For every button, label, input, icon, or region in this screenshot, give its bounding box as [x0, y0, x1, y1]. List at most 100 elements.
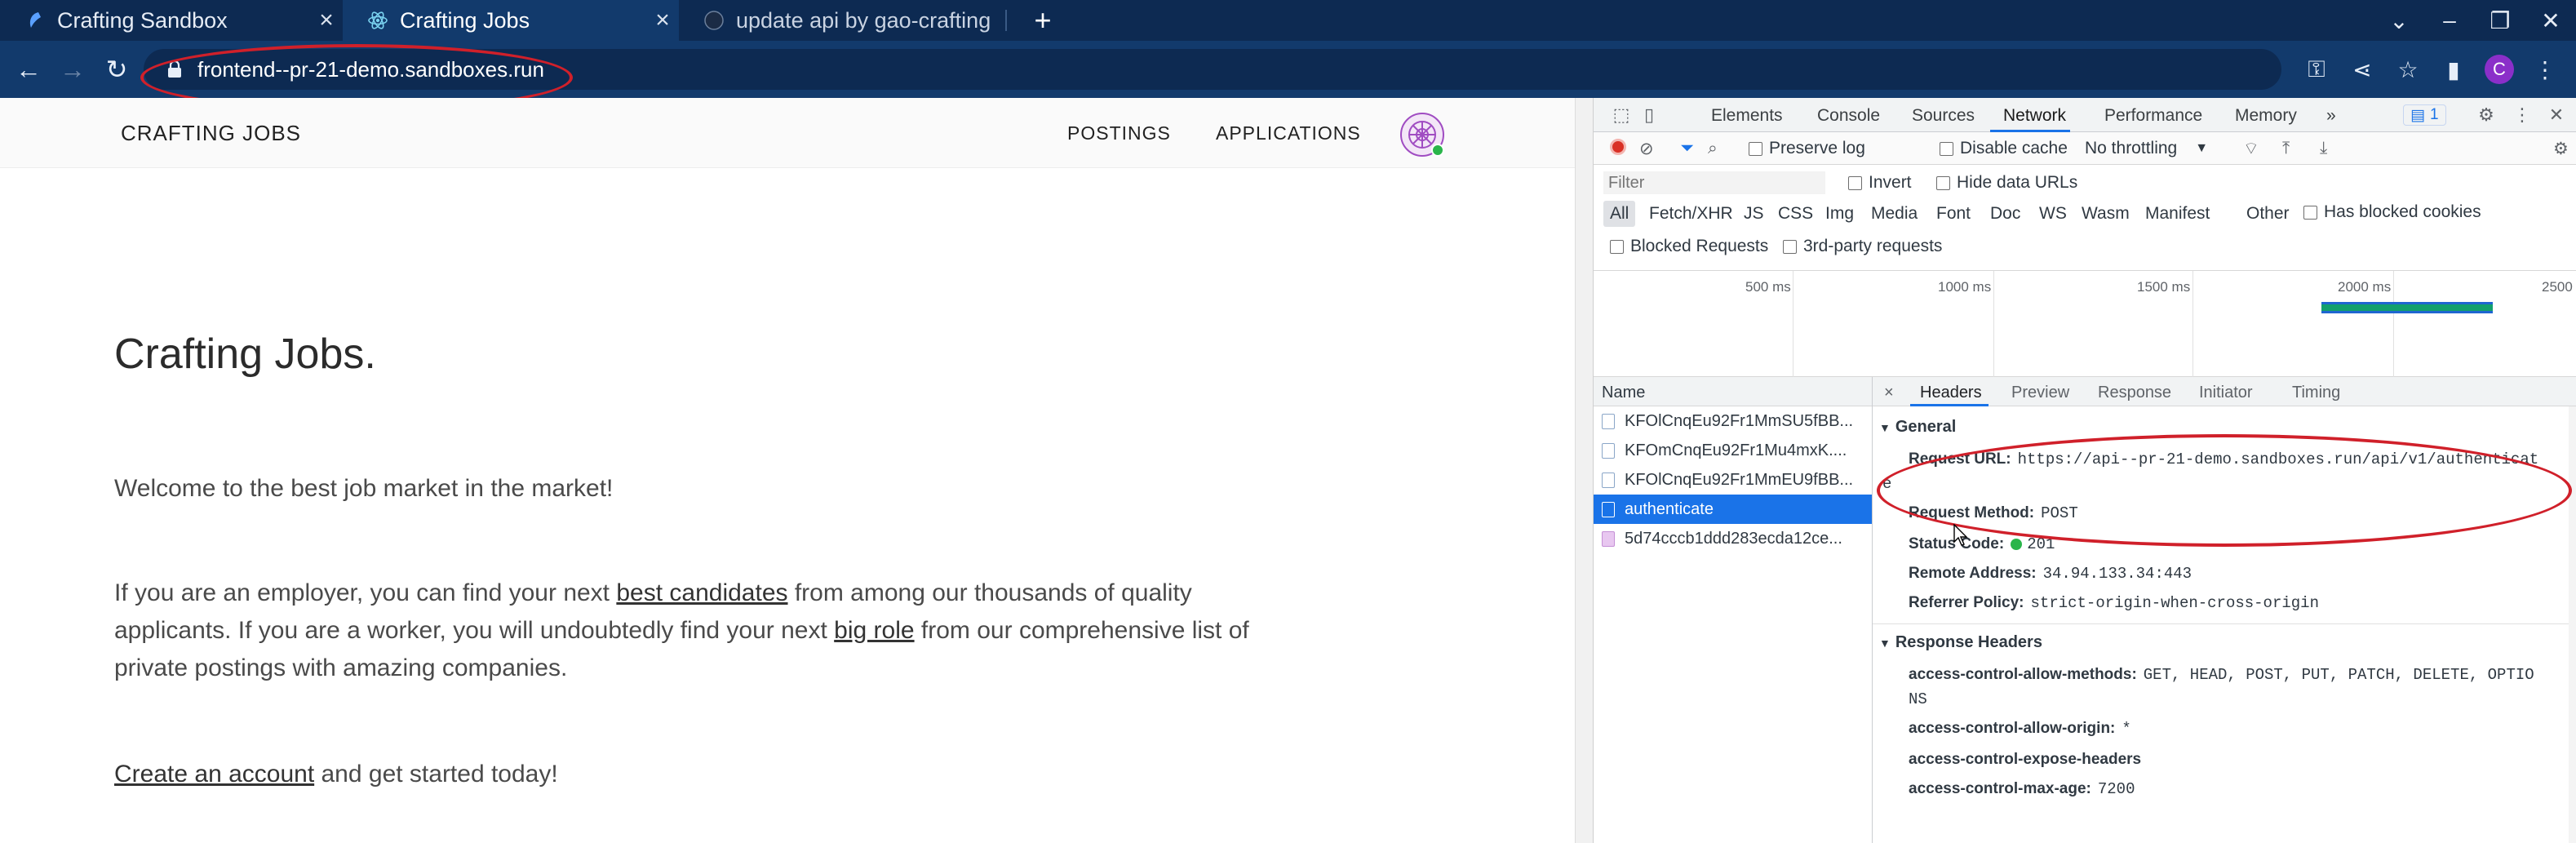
network-overview-timeline[interactable]: 500 ms 1000 ms 1500 ms 2000 ms 2500: [1594, 271, 2576, 377]
tab-update-api[interactable]: update api by gao-crafting: [679, 0, 1005, 41]
type-filter-all[interactable]: All: [1603, 201, 1636, 227]
details-tab-headers[interactable]: Headers: [1920, 384, 1982, 402]
details-tab-preview[interactable]: Preview: [2011, 384, 2069, 402]
header-value: GET, HEAD, POST, PUT, PATCH, DELETE, OPT…: [2143, 666, 2534, 684]
search-icon[interactable]: ⌕: [1708, 139, 1718, 158]
details-scrollbar[interactable]: [2569, 406, 2576, 843]
type-filter-doc[interactable]: Doc: [1990, 204, 2020, 224]
request-row[interactable]: KFOlCnqEu92Fr1MmSU5fBB...: [1594, 406, 1872, 436]
request-row[interactable]: KFOmCnqEu92Fr1Mu4mxK....: [1594, 436, 1872, 465]
type-filter-font[interactable]: Font: [1936, 204, 1971, 224]
has-blocked-cookies-checkbox[interactable]: Has blocked cookies: [2303, 202, 2481, 222]
name-column-header[interactable]: Name: [1594, 377, 1872, 406]
status-code-value: 201: [2027, 535, 2055, 553]
third-party-checkbox[interactable]: 3rd-party requests: [1783, 237, 1942, 256]
tab-title: update api by gao-crafting: [736, 7, 991, 33]
record-icon[interactable]: [1610, 139, 1626, 155]
devtools-tab-performance[interactable]: Performance: [2104, 106, 2202, 126]
share-icon[interactable]: ⋖: [2339, 56, 2385, 83]
import-har-icon[interactable]: ⤒: [2282, 139, 2290, 158]
hide-data-urls-checkbox[interactable]: Hide data URLs: [1936, 173, 2077, 193]
type-filter-fetch-xhr[interactable]: Fetch/XHR: [1649, 204, 1733, 224]
side-panel-icon[interactable]: ▮: [2431, 56, 2476, 83]
preserve-log-checkbox[interactable]: Preserve log: [1749, 139, 1865, 158]
close-devtools-icon[interactable]: ✕: [2545, 104, 2568, 126]
devtools-tab-console[interactable]: Console: [1817, 106, 1880, 126]
type-filter-media[interactable]: Media: [1871, 204, 1918, 224]
close-tab-icon[interactable]: ×: [646, 7, 679, 34]
checkbox-icon: [1783, 239, 1797, 254]
forward-button[interactable]: →: [54, 51, 91, 88]
clear-icon[interactable]: ⊘: [1639, 139, 1654, 159]
tab-title: Crafting Jobs: [400, 7, 530, 33]
throttling-value: No throttling: [2085, 139, 2178, 158]
blocked-requests-checkbox[interactable]: Blocked Requests: [1610, 237, 1768, 256]
back-button[interactable]: ←: [10, 51, 47, 88]
address-bar[interactable]: frontend--pr-21-demo.sandboxes.run: [144, 49, 2281, 90]
filter-input[interactable]: [1603, 171, 1825, 194]
big-role-link[interactable]: big role: [834, 617, 914, 644]
welcome-text: Welcome to the best job market in the ma…: [114, 475, 614, 502]
minimize-button[interactable]: –: [2424, 7, 2475, 33]
type-filter-img[interactable]: Img: [1825, 204, 1854, 224]
filter-icon[interactable]: ⏷: [1680, 139, 1694, 158]
more-tabs-icon[interactable]: »: [2326, 106, 2336, 126]
device-toolbar-icon[interactable]: ▯: [1638, 104, 1660, 126]
type-filter-js[interactable]: JS: [1744, 204, 1764, 224]
more-menu-icon[interactable]: ⋮: [2522, 56, 2568, 83]
network-toolbar: ⊘ ⏷ ⌕ Preserve log Disable cache No thro…: [1594, 132, 2576, 165]
site-brand[interactable]: CRAFTING JOBS: [121, 121, 301, 146]
request-url-value: https://api--pr-21-demo.sandboxes.run/ap…: [2017, 450, 2539, 468]
general-section-header[interactable]: ▼ General: [1879, 418, 1956, 437]
request-row[interactable]: 5d74cccb1ddd283ecda12ce...: [1594, 524, 1872, 553]
export-har-icon[interactable]: ⤓: [2320, 139, 2327, 158]
nav-applications[interactable]: APPLICATIONS: [1216, 122, 1361, 144]
type-filter-css[interactable]: CSS: [1778, 204, 1813, 224]
devtools-tab-network[interactable]: Network: [2003, 106, 2066, 126]
timeline-tick: 2000 ms: [2338, 279, 2392, 295]
referrer-policy-value: strict-origin-when-cross-origin: [2030, 594, 2319, 612]
details-tab-response[interactable]: Response: [2098, 384, 2171, 402]
devtools-menu-icon[interactable]: ⋮: [2511, 104, 2534, 126]
details-tab-timing[interactable]: Timing: [2292, 384, 2340, 402]
best-candidates-link[interactable]: best candidates: [616, 579, 787, 606]
create-account-link[interactable]: Create an account: [114, 761, 314, 788]
page-scrollbar[interactable]: [1575, 98, 1593, 843]
new-tab-button[interactable]: +: [1018, 0, 1067, 41]
profile-avatar[interactable]: C: [2485, 55, 2514, 84]
page-title: Crafting Jobs.: [114, 331, 376, 378]
reload-button[interactable]: ↻: [98, 51, 135, 88]
nav-postings[interactable]: POSTINGS: [1067, 122, 1171, 144]
tab-search-icon[interactable]: ⌄: [2374, 7, 2424, 34]
invert-checkbox[interactable]: Invert: [1848, 173, 1912, 193]
close-details-icon[interactable]: ×: [1884, 384, 1894, 402]
user-avatar-icon[interactable]: [1399, 111, 1446, 158]
header-key: access-control-allow-origin:: [1909, 720, 2116, 737]
type-filter-wasm[interactable]: Wasm: [2082, 204, 2130, 224]
devtools-tab-sources[interactable]: Sources: [1912, 106, 1975, 126]
type-filter-manifest[interactable]: Manifest: [2145, 204, 2210, 224]
type-filter-other[interactable]: Other: [2246, 204, 2290, 224]
settings-gear-icon[interactable]: ⚙: [2475, 104, 2498, 126]
close-tab-icon[interactable]: ×: [310, 7, 343, 34]
details-tab-initiator[interactable]: Initiator: [2199, 384, 2253, 402]
tab-crafting-sandbox[interactable]: Crafting Sandbox ×: [0, 0, 343, 41]
throttling-select[interactable]: No throttling ▼: [2085, 139, 2208, 158]
devtools-tab-memory[interactable]: Memory: [2235, 106, 2297, 126]
disable-cache-checkbox[interactable]: Disable cache: [1940, 139, 2068, 158]
network-settings-icon[interactable]: ⚙: [2553, 139, 2569, 159]
key-icon[interactable]: ⚿: [2294, 56, 2339, 83]
type-filter-ws[interactable]: WS: [2039, 204, 2067, 224]
close-window-button[interactable]: ✕: [2525, 7, 2576, 34]
request-row[interactable]: KFOlCnqEu92Fr1MmEU9fBB...: [1594, 465, 1872, 495]
tab-crafting-jobs[interactable]: Crafting Jobs ×: [343, 0, 679, 41]
remote-address-key: Remote Address:: [1909, 565, 2037, 582]
devtools-tab-elements[interactable]: Elements: [1711, 106, 1783, 126]
inspect-element-icon[interactable]: ⬚: [1610, 104, 1633, 126]
request-row-authenticate[interactable]: authenticate: [1594, 495, 1872, 524]
bookmark-star-icon[interactable]: ☆: [2385, 56, 2431, 83]
issues-badge[interactable]: ▤ 1: [2403, 104, 2446, 126]
response-headers-section-header[interactable]: ▼ Response Headers: [1879, 633, 2042, 652]
network-conditions-icon[interactable]: ⌔: [2243, 139, 2259, 160]
restore-button[interactable]: ❐: [2475, 7, 2525, 34]
